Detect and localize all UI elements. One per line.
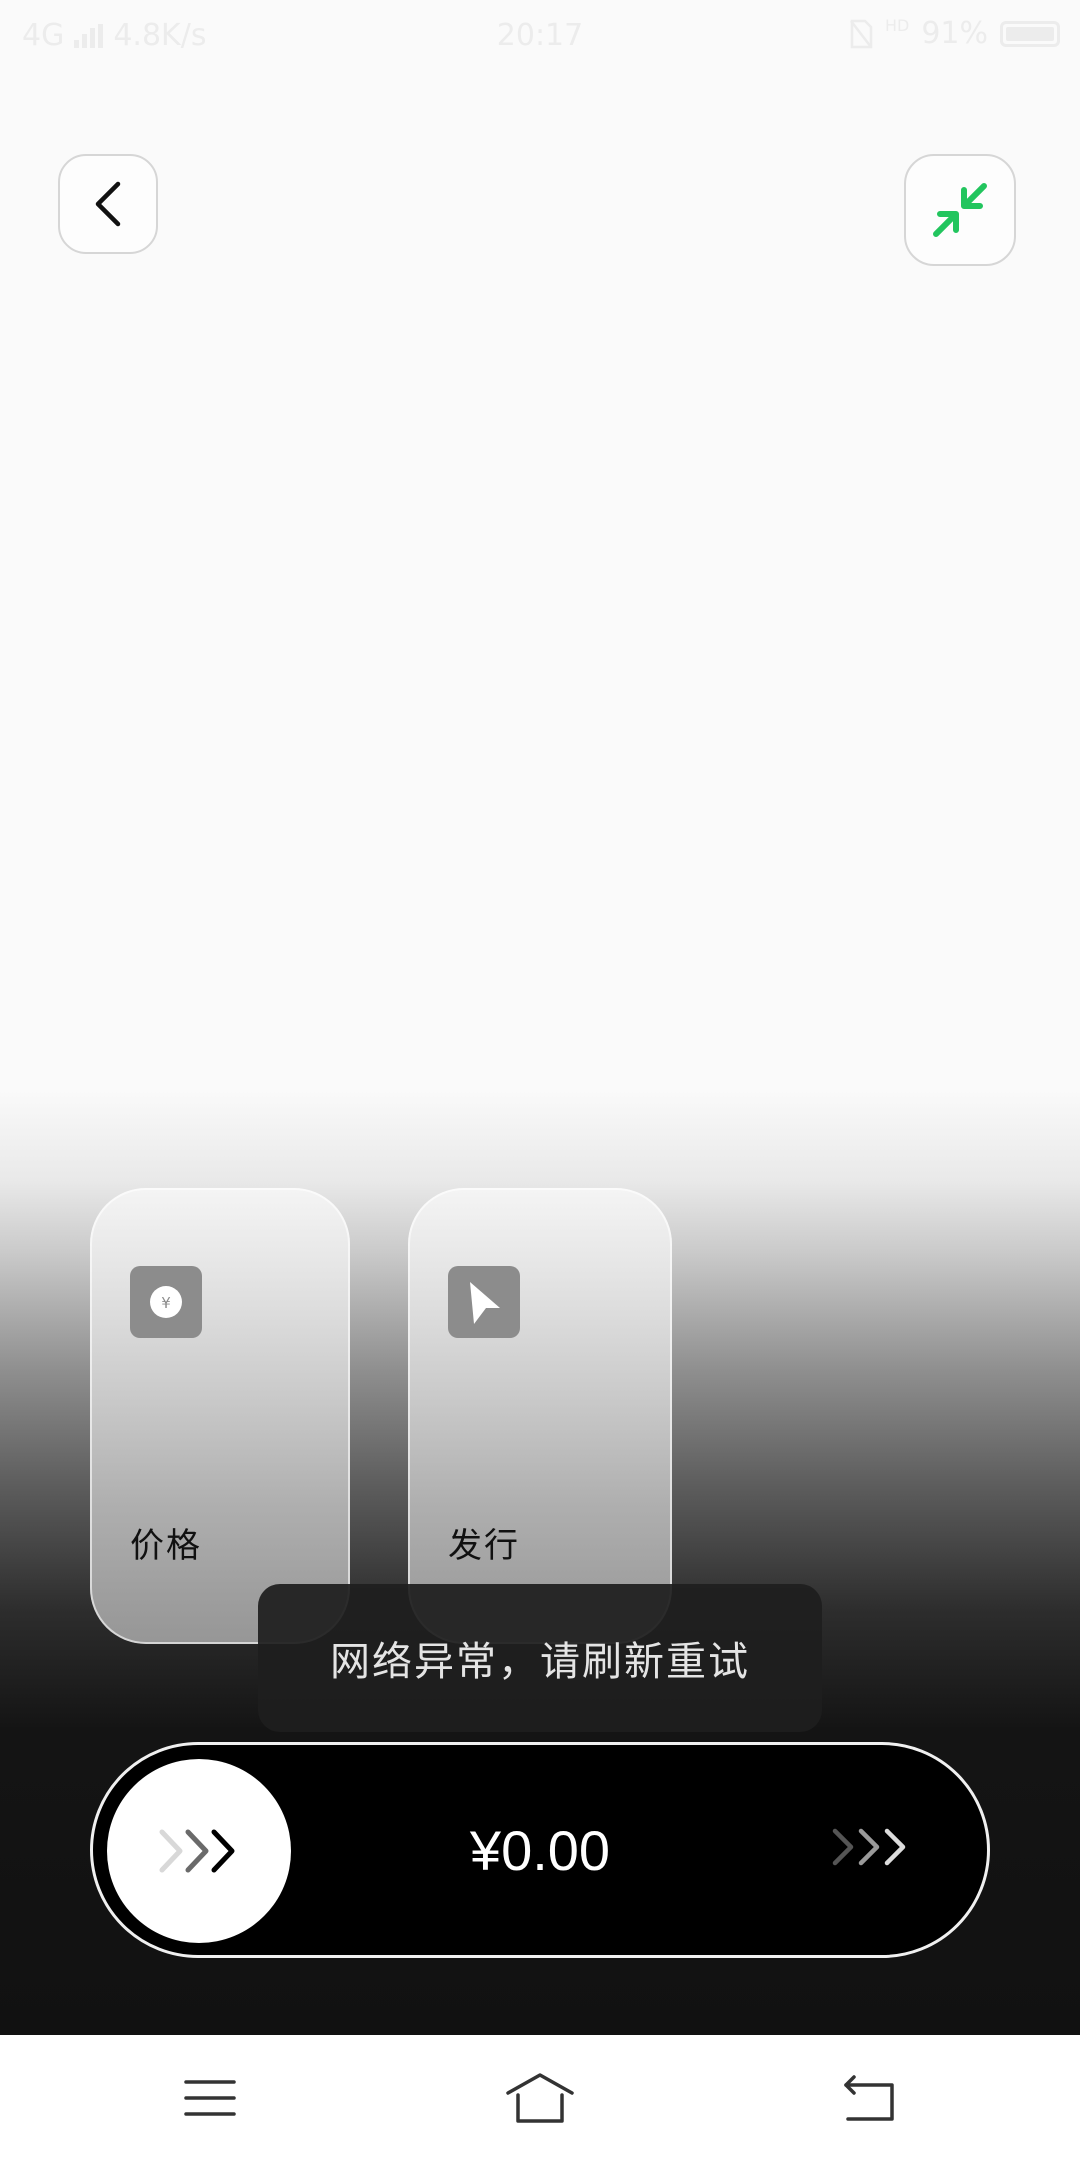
return-icon xyxy=(844,2075,894,2121)
status-right: HD 91% xyxy=(849,16,1060,51)
nav-home-button[interactable] xyxy=(500,2065,580,2131)
app-screen: 4G 4.8K/s 20:17 HD 91% ¥ 价格 发行 网络异常，请刷新重… xyxy=(0,0,1080,2035)
slide-hint-arrows-icon xyxy=(832,1828,906,1866)
slide-to-pay[interactable]: ¥0.00 xyxy=(90,1742,990,1958)
back-button[interactable] xyxy=(58,154,158,254)
home-icon xyxy=(506,2073,574,2123)
no-sim-icon xyxy=(849,19,873,48)
svg-text:¥: ¥ xyxy=(161,1294,171,1312)
collapse-button[interactable] xyxy=(904,154,1016,266)
toast-message: 网络异常，请刷新重试 xyxy=(330,1639,750,1685)
price-card[interactable]: ¥ 价格 xyxy=(90,1188,350,1644)
nav-menu-button[interactable] xyxy=(170,2065,250,2131)
nav-back-button[interactable] xyxy=(830,2065,910,2131)
price-card-label: 价格 xyxy=(130,1526,202,1566)
yuan-coin-icon: ¥ xyxy=(130,1266,202,1338)
system-nav-bar xyxy=(0,2035,1080,2160)
battery-percent: 91% xyxy=(921,16,988,51)
menu-icon xyxy=(184,2080,236,2116)
battery-icon xyxy=(1000,20,1060,47)
send-arrow-icon xyxy=(448,1266,520,1338)
issue-card[interactable]: 发行 xyxy=(408,1188,672,1644)
issue-card-label: 发行 xyxy=(448,1526,520,1566)
hd-badge: HD xyxy=(884,16,910,35)
network-error-toast: 网络异常，请刷新重试 xyxy=(258,1584,822,1732)
collapse-arrows-icon xyxy=(933,183,987,237)
status-bar: 4G 4.8K/s 20:17 HD 91% xyxy=(0,0,1080,72)
chevron-left-icon xyxy=(95,181,121,227)
